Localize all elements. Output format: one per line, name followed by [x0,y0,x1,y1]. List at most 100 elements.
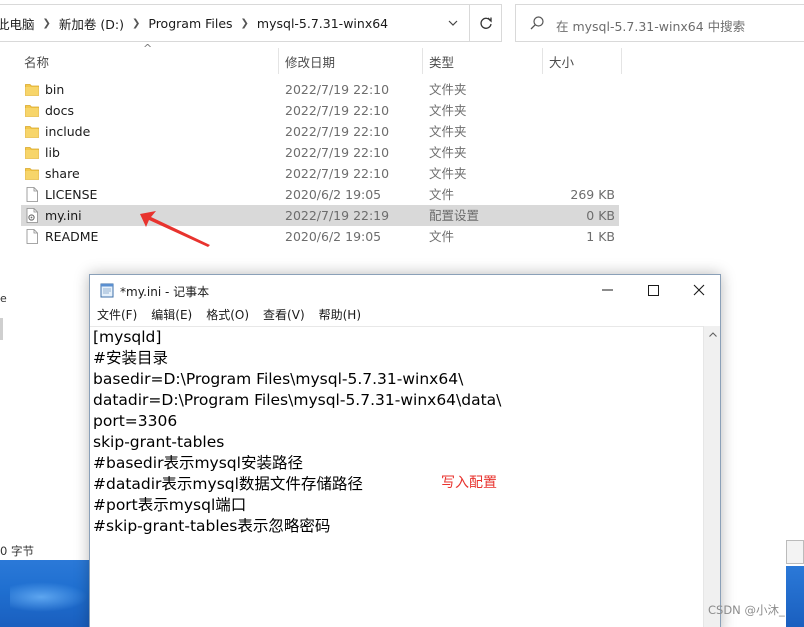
file-row[interactable]: bin 2022/7/19 22:10 文件夹 [21,79,619,100]
file-row[interactable]: docs 2022/7/19 22:10 文件夹 [21,100,619,121]
text-line: #datadir表示mysql数据文件存储路径 [93,475,363,493]
search-box[interactable]: 在 mysql-5.7.31-winx64 中搜索 [515,4,804,42]
file-size: 0 KB [586,208,615,223]
scroll-up-button[interactable] [704,326,721,343]
notepad-window: *my.ini - 记事本 文件(F) 编辑(E) 格式(O) 查看(V) 帮助(H) … [89,274,721,627]
file-modified-date: 2020/6/2 19:05 [285,187,382,202]
file-row[interactable]: LICENSE 2020/6/2 19:05 文件 269 KB [21,184,619,205]
column-header-type[interactable]: 类型 [423,48,542,74]
breadcrumb-chevron-icon[interactable]: ❯ [130,18,142,29]
desktop-wallpaper-fragment [0,560,92,627]
file-type: 文件夹 [429,166,467,181]
text-line: #安装目录 [93,349,168,367]
file-name: lib [45,145,60,160]
breadcrumb-program-files[interactable]: Program Files [142,16,238,31]
menu-item[interactable]: 查看(V) [256,305,312,325]
minimize-icon [601,289,613,291]
notepad-title-bar[interactable]: *my.ini - 记事本 [90,275,720,305]
file-name: share [45,166,80,181]
refresh-button[interactable] [470,4,502,42]
address-history-dropdown[interactable] [438,5,468,41]
file-size: 1 KB [586,229,615,244]
sidebar-fragment-text: e [0,292,7,305]
text-line: datadir=D:\Program Files\mysql-5.7.31-wi… [93,391,502,409]
file-type: 文件 [429,229,455,244]
file-name: my.ini [45,208,82,223]
minimize-button[interactable] [584,275,630,305]
file-list: bin 2022/7/19 22:10 文件夹 docs 2022/7/19 22:10… [21,79,619,247]
watermark: CSDN @小沐_ [708,603,785,617]
address-bar[interactable]: 此电脑 ❯ 新加卷 (D:) ❯ Program Files ❯ mysql-5… [0,4,470,42]
chevron-down-icon [448,20,458,26]
file-type: 文件夹 [429,124,467,139]
notepad-title: *my.ini - 记事本 [120,285,210,299]
breadcrumb-this-pc[interactable]: 此电脑 [0,14,41,33]
file-size [551,79,615,100]
red-arrow-annotation [140,211,210,247]
column-header-name[interactable]: 名称 [18,48,278,74]
file-modified-date: 2022/7/19 22:10 [285,166,390,181]
breadcrumb-drive[interactable]: 新加卷 (D:) [53,14,130,33]
file-modified-date: 2020/6/2 19:05 [285,229,382,244]
refresh-icon [479,17,492,29]
file-name: README [45,229,99,244]
folder-icon [25,124,39,139]
file-size [551,121,615,142]
file-row[interactable]: include 2022/7/19 22:10 文件夹 [21,121,619,142]
breadcrumb: 此电脑 ❯ 新加卷 (D:) ❯ Program Files ❯ mysql-5… [0,5,394,41]
file-type: 文件夹 [429,82,467,97]
folder-icon [25,103,39,118]
sidebar-selection-fragment [0,318,3,340]
column-header-size[interactable]: 大小 [543,48,621,74]
file-modified-date: 2022/7/19 22:10 [285,124,390,139]
notepad-menu-bar: 文件(F) 编辑(E) 格式(O) 查看(V) 帮助(H) [90,305,368,325]
settings-file-icon [25,208,39,223]
text-line: #basedir表示mysql安装路径 [93,454,303,472]
breadcrumb-chevron-icon[interactable]: ❯ [41,18,53,29]
file-name: docs [45,103,74,118]
annotation-label: 写入配置 [441,475,497,491]
file-type: 文件夹 [429,103,467,118]
file-row[interactable]: my.ini 2022/7/19 22:19 配置设置 0 KB [21,205,619,226]
file-modified-date: 2022/7/19 22:10 [285,103,390,118]
file-icon [25,229,39,244]
status-bar-size: 0 字节 [0,544,34,558]
notepad-vertical-scrollbar[interactable] [703,326,720,627]
text-line: basedir=D:\Program Files\mysql-5.7.31-wi… [93,370,464,388]
breadcrumb-mysql-folder[interactable]: mysql-5.7.31-winx64 [251,16,394,31]
file-row[interactable]: share 2022/7/19 22:10 文件夹 [21,163,619,184]
menu-item[interactable]: 文件(F) [90,305,144,325]
folder-icon [25,82,39,97]
text-line: port=3306 [93,412,178,430]
file-type: 文件夹 [429,145,467,160]
menu-item[interactable]: 帮助(H) [312,305,368,325]
desktop-wallpaper-fragment-right [786,566,804,627]
file-row[interactable]: README 2020/6/2 19:05 文件 1 KB [21,226,619,247]
close-button[interactable] [676,275,722,305]
maximize-icon [647,284,659,296]
breadcrumb-chevron-icon[interactable]: ❯ [239,18,251,29]
file-name: bin [45,82,65,97]
folder-icon [25,145,39,160]
file-modified-date: 2022/7/19 22:10 [285,145,390,160]
file-size [551,142,615,163]
maximize-button[interactable] [630,275,676,305]
menu-item[interactable]: 格式(O) [199,305,256,325]
text-line: #port表示mysql端口 [93,496,247,514]
notepad-icon [100,283,114,298]
column-header-date[interactable]: 修改日期 [279,48,422,74]
file-size [551,163,615,184]
file-row[interactable]: lib 2022/7/19 22:10 文件夹 [21,142,619,163]
notepad-text-area[interactable]: [mysqld] #安装目录 basedir=D:\Program Files\my… [90,326,703,627]
search-input[interactable]: 在 mysql-5.7.31-winx64 中搜索 [556,16,745,35]
file-modified-date: 2022/7/19 22:19 [285,208,390,223]
chevron-up-icon [708,332,717,337]
view-toggle-fragment[interactable] [786,540,804,564]
text-line: #skip-grant-tables表示忽略密码 [93,517,331,535]
file-icon [25,187,39,202]
menu-item[interactable]: 编辑(E) [144,305,199,325]
close-icon [693,284,705,296]
text-line: skip-grant-tables [93,433,225,451]
file-type: 文件 [429,187,455,202]
column-divider[interactable] [621,48,622,74]
